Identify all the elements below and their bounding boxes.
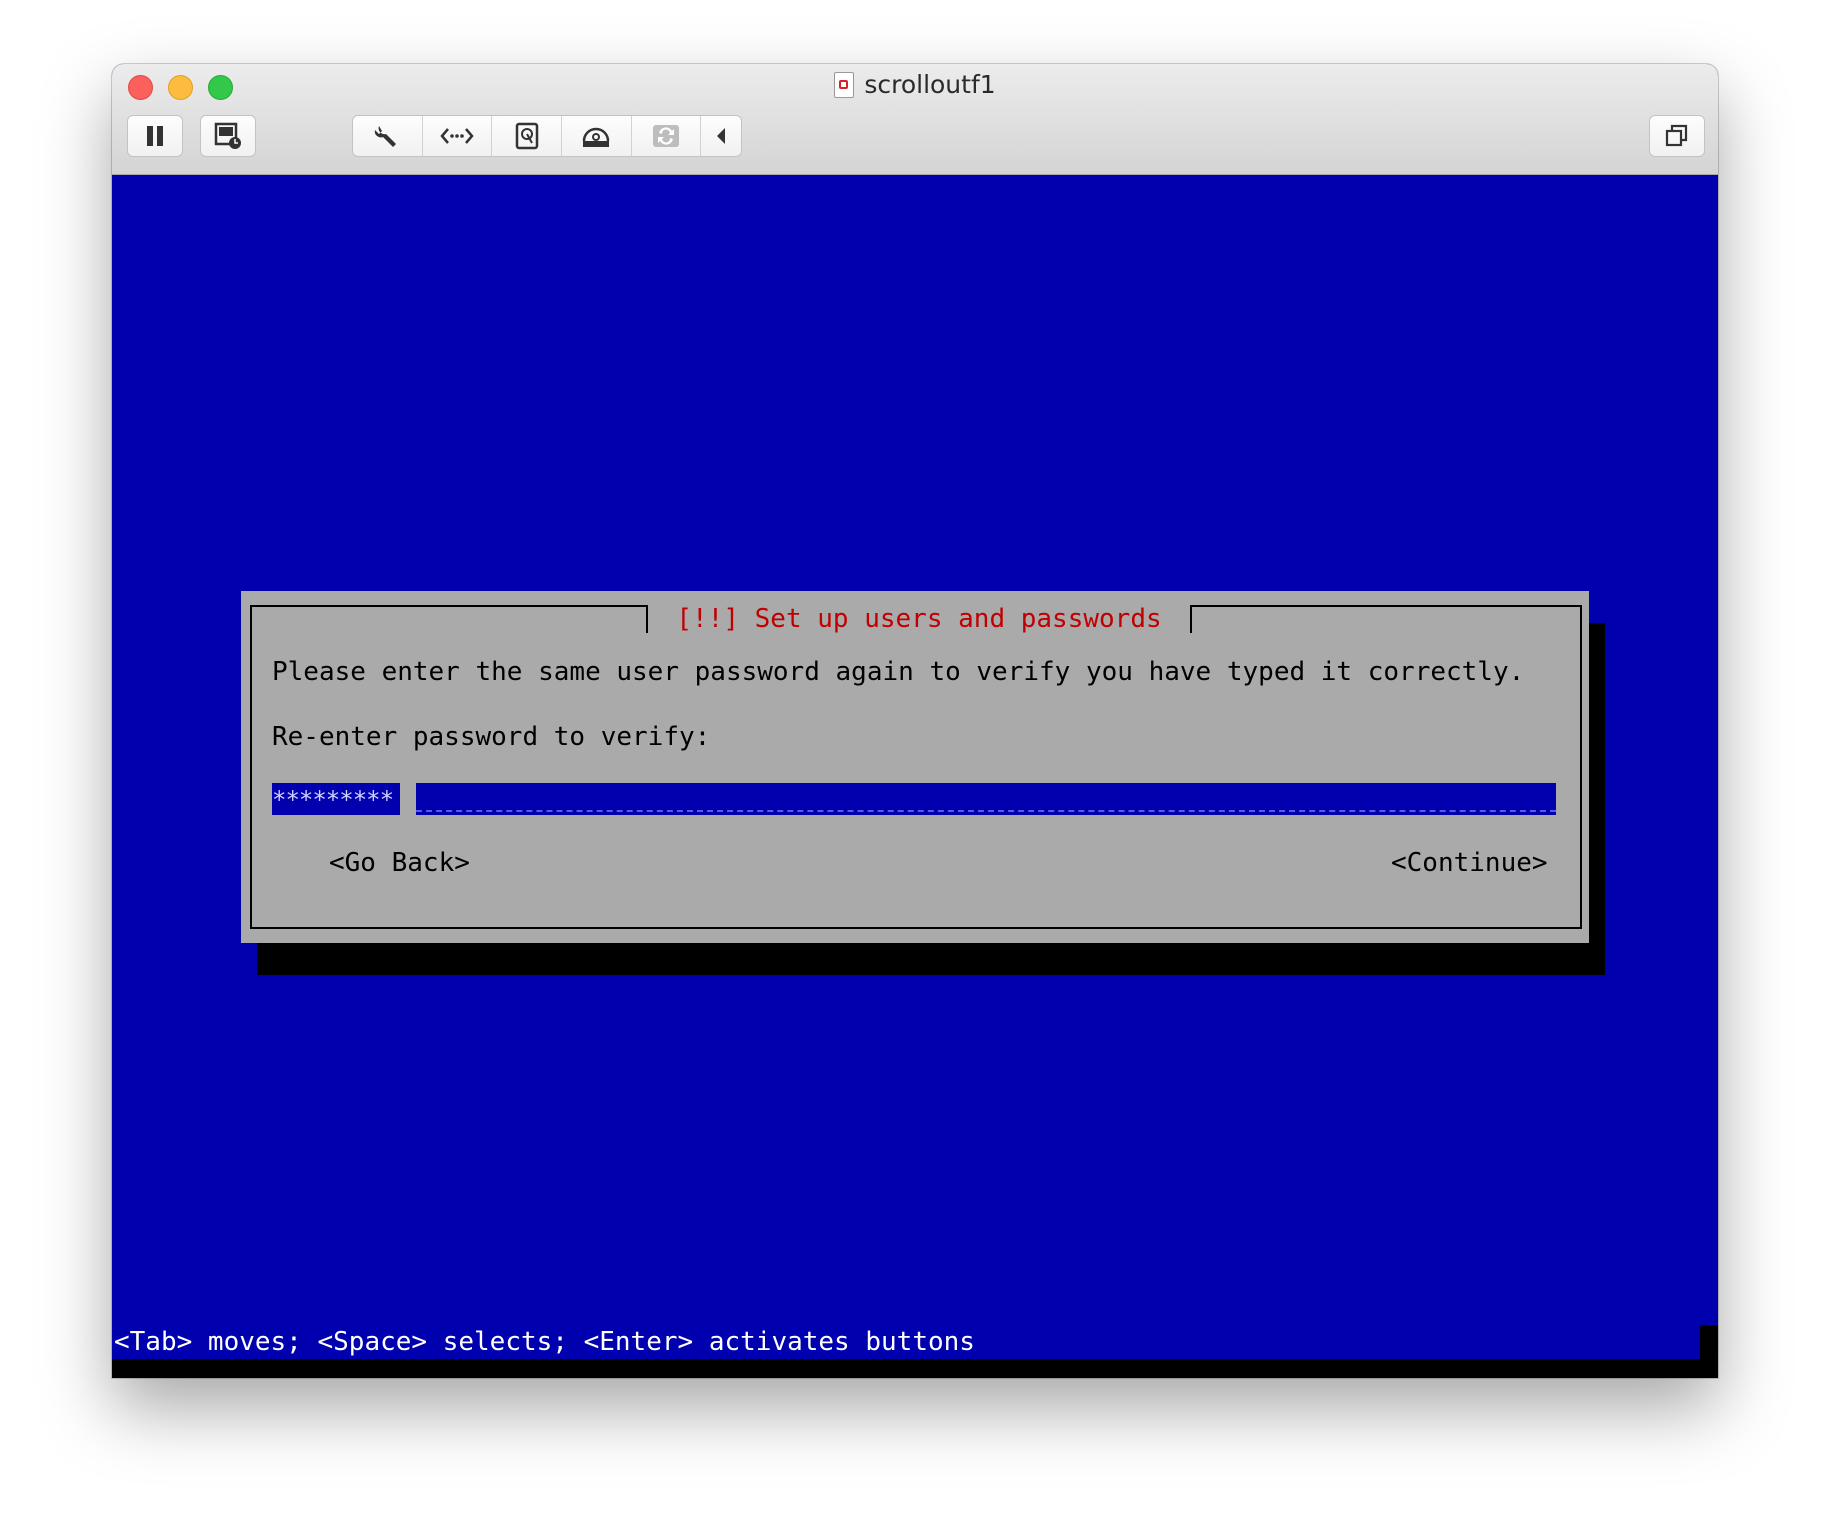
pause-icon bbox=[147, 126, 163, 146]
chevron-left-icon bbox=[717, 128, 726, 144]
restore-window-button[interactable] bbox=[1649, 115, 1705, 157]
usb-sync-icon bbox=[652, 125, 679, 147]
snapshot-icon bbox=[214, 122, 241, 149]
device-toolbar bbox=[352, 115, 742, 157]
snapshot-button[interactable] bbox=[200, 115, 256, 157]
optical-drive-icon bbox=[582, 127, 610, 147]
password-label: Re-enter password to verify: bbox=[272, 722, 711, 752]
hard-disk-button[interactable] bbox=[492, 116, 562, 156]
installer-dialog: [!!] Set up users and passwords Please e… bbox=[241, 591, 1589, 943]
title-bar: scrolloutf1 bbox=[112, 64, 1718, 175]
window-title: scrolloutf1 bbox=[864, 70, 996, 99]
text-cursor bbox=[400, 783, 416, 815]
status-bar-bottom bbox=[112, 1359, 1718, 1378]
vm-console-screen[interactable]: [!!] Set up users and passwords Please e… bbox=[112, 175, 1718, 1378]
dialog-prompt: Please enter the same user password agai… bbox=[272, 657, 1525, 687]
password-mask: ********* bbox=[272, 786, 394, 814]
document-icon bbox=[834, 71, 855, 98]
status-help-text: <Tab> moves; <Space> selects; <Enter> ac… bbox=[112, 1325, 1702, 1359]
dialog-frame: [!!] Set up users and passwords bbox=[250, 605, 1582, 929]
collapse-toolbar-button[interactable] bbox=[701, 116, 741, 156]
pause-button[interactable] bbox=[127, 115, 183, 157]
optical-drive-button[interactable] bbox=[562, 116, 632, 156]
window-title-area: scrolloutf1 bbox=[112, 70, 1718, 104]
hard-disk-icon bbox=[515, 122, 538, 150]
network-button[interactable] bbox=[423, 116, 493, 156]
password-input[interactable]: ********* bbox=[272, 783, 1556, 815]
continue-button[interactable]: <Continue> bbox=[1391, 847, 1548, 879]
vm-window: scrolloutf1 [!!] Set up users and passwo… bbox=[112, 64, 1718, 1378]
restore-window-icon bbox=[1665, 124, 1688, 147]
network-icon bbox=[440, 128, 474, 144]
field-underline bbox=[416, 810, 1556, 812]
dialog-title: [!!] Set up users and passwords bbox=[646, 605, 1192, 633]
usb-button[interactable] bbox=[632, 116, 702, 156]
wrench-icon bbox=[375, 126, 397, 147]
settings-button[interactable] bbox=[353, 116, 423, 156]
go-back-button[interactable]: <Go Back> bbox=[329, 847, 470, 879]
